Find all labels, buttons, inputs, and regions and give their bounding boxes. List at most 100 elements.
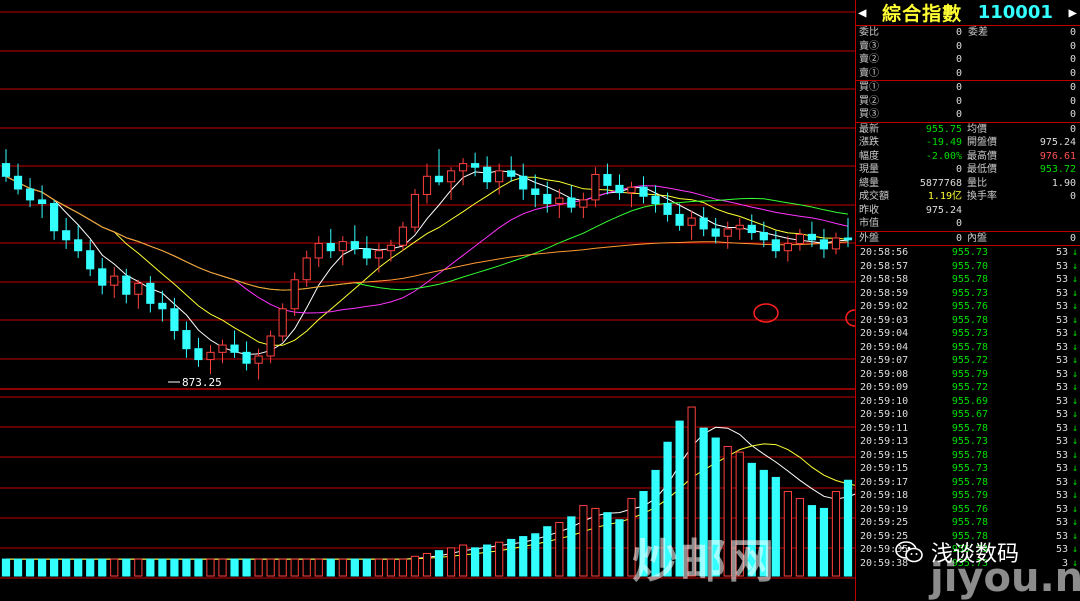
candle-body bbox=[13, 175, 23, 190]
tick-time: 20:58:57 bbox=[860, 260, 909, 272]
volume-bar bbox=[507, 538, 516, 577]
volume-bar bbox=[471, 547, 480, 577]
candle-body bbox=[134, 282, 143, 295]
tick-row: 20:59:15 955.78 53 ↓ bbox=[856, 449, 1080, 463]
candle-body bbox=[711, 228, 720, 237]
volume-bar bbox=[603, 512, 612, 577]
tick-price: 955.73 bbox=[951, 328, 988, 339]
tick-row: 20:59:09 955.72 53 ↓ bbox=[856, 381, 1080, 395]
volume-bar bbox=[843, 479, 853, 577]
candle-body bbox=[98, 268, 107, 286]
tick-row: 20:59:17 955.78 53 ↓ bbox=[856, 476, 1080, 490]
tick-row: 20:59:08 955.79 53 ↓ bbox=[856, 368, 1080, 382]
volume-bar bbox=[543, 526, 552, 577]
tick-time: 20:59:04 bbox=[860, 328, 909, 339]
level-price: 0 bbox=[956, 82, 963, 93]
volume-bar bbox=[398, 558, 408, 577]
candle-body bbox=[314, 242, 323, 259]
candle-body bbox=[723, 228, 732, 237]
tick-direction: ↓ bbox=[1071, 260, 1078, 272]
candle-body bbox=[567, 197, 576, 208]
quote-value2: 976.61 bbox=[1039, 150, 1076, 162]
tick-volume: 53 bbox=[1055, 382, 1068, 393]
tick-price: 955.79 bbox=[951, 368, 988, 380]
candle-body bbox=[651, 195, 660, 205]
candle-body bbox=[230, 344, 239, 353]
tick-time: 20:59:02 bbox=[860, 301, 909, 312]
candle-body bbox=[1, 163, 11, 177]
candle-body bbox=[434, 175, 444, 183]
tick-time: 20:59:15 bbox=[860, 449, 909, 461]
candle-body bbox=[218, 344, 227, 353]
tick-direction: ↓ bbox=[1071, 395, 1078, 407]
level-label: 買② bbox=[859, 95, 879, 107]
quote-label2: 均價 bbox=[967, 123, 987, 135]
candle-body bbox=[519, 175, 528, 190]
volume-bar bbox=[37, 558, 47, 577]
next-symbol-icon[interactable]: ▶ bbox=[1069, 5, 1077, 21]
tick-row: 20:59:19 955.76 53 ↓ bbox=[856, 503, 1080, 517]
quote-row: 成交額 1.19亿 換手率 0 bbox=[856, 190, 1080, 204]
highlight-circle-left bbox=[753, 303, 779, 323]
tick-volume: 53 bbox=[1055, 274, 1068, 285]
volume-bar bbox=[434, 550, 444, 577]
quote-label: 幅度 bbox=[859, 150, 879, 162]
quote-value2: 975.24 bbox=[1039, 137, 1076, 148]
tick-price: 955.73 bbox=[951, 436, 988, 447]
index-code: 110001 bbox=[977, 2, 1053, 23]
candle-body bbox=[531, 188, 540, 195]
prev-symbol-icon[interactable]: ◀ bbox=[858, 5, 866, 21]
candle-body bbox=[495, 170, 504, 183]
candle-body bbox=[771, 239, 780, 252]
label2: 委差 bbox=[968, 27, 988, 38]
level-price: 0 bbox=[956, 95, 963, 107]
volume-bar bbox=[218, 558, 227, 577]
volume-bar bbox=[230, 558, 239, 577]
tick-direction: ↓ bbox=[1071, 530, 1078, 542]
tick-price: 955.67 bbox=[951, 409, 988, 420]
candle-body bbox=[627, 186, 636, 194]
volume-bar bbox=[74, 558, 83, 577]
candle-body bbox=[699, 217, 708, 230]
index-title: 綜合指數 bbox=[882, 3, 963, 25]
tick-price: 955.78 bbox=[951, 314, 988, 326]
panel-header: ◀ 綜合指數 110001 ▶ bbox=[856, 0, 1080, 26]
candle-body bbox=[170, 308, 179, 332]
level-label: 買① bbox=[859, 82, 879, 93]
tick-direction: ↓ bbox=[1071, 368, 1078, 380]
tick-volume: 53 bbox=[1055, 422, 1068, 434]
label: 委比 bbox=[859, 27, 879, 38]
tick-direction: ↓ bbox=[1071, 341, 1078, 353]
tick-row: 20:59:03 955.78 53 ↓ bbox=[856, 314, 1080, 328]
volume-bar bbox=[483, 544, 492, 577]
candle-body bbox=[62, 230, 71, 241]
candle-body bbox=[146, 282, 155, 304]
value2: 0 bbox=[1069, 27, 1076, 38]
candle-body bbox=[675, 213, 684, 226]
candle-body bbox=[25, 188, 35, 201]
tick-price: 955.70 bbox=[951, 260, 988, 272]
quote-value2: 1.90 bbox=[1051, 177, 1076, 189]
volume-bar bbox=[819, 507, 829, 577]
quote-row: 市值 0 bbox=[856, 217, 1080, 231]
tick-volume: 53 bbox=[1055, 463, 1068, 474]
volume-bar bbox=[182, 558, 191, 577]
candle-body bbox=[807, 233, 817, 241]
tick-time: 20:59:07 bbox=[860, 355, 909, 366]
volume-bar bbox=[254, 558, 263, 577]
bid-row: 買③ 0 0 bbox=[856, 108, 1080, 122]
kline-svg[interactable]: 873.25 bbox=[0, 0, 855, 601]
tick-time: 20:59:03 bbox=[860, 314, 909, 326]
tick-volume: 53 bbox=[1055, 490, 1068, 501]
candle-body bbox=[290, 279, 299, 310]
tick-price: 955.76 bbox=[951, 301, 988, 312]
volume-bar bbox=[783, 491, 792, 577]
tick-price: 955.73 bbox=[951, 287, 988, 299]
tick-direction: ↓ bbox=[1071, 328, 1078, 339]
candle-body bbox=[74, 239, 83, 252]
quote-label: 總量 bbox=[859, 177, 879, 189]
candle-body bbox=[603, 173, 612, 186]
volume-bar bbox=[278, 558, 287, 577]
kline-chart[interactable]: 873.25 炒邮网 bbox=[0, 0, 855, 601]
volume-bar bbox=[458, 544, 468, 577]
